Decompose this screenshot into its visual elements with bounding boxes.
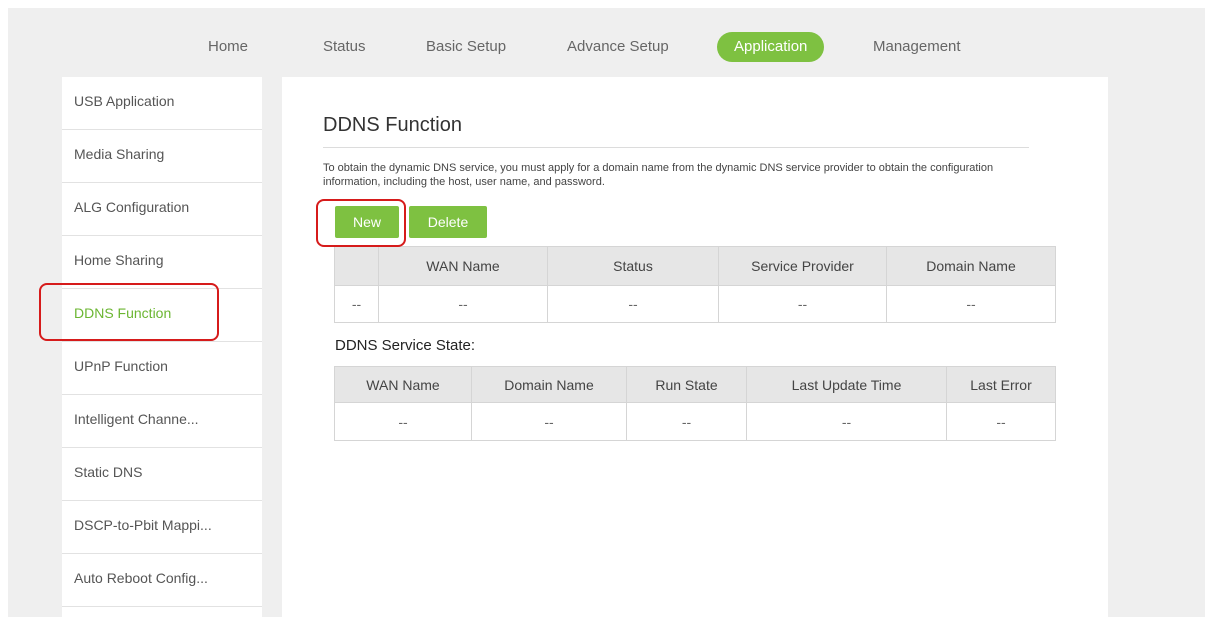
- table-cell: --: [718, 285, 887, 323]
- nav-application[interactable]: Application: [717, 32, 825, 62]
- sidebar-item-auto-reboot-config[interactable]: Auto Reboot Config...: [62, 554, 262, 607]
- ddns-state-table: WAN Name Domain Name Run State Last Upda…: [334, 366, 1056, 441]
- column-header: Run State: [626, 366, 747, 403]
- sidebar-item-static-dns[interactable]: Static DNS: [62, 448, 262, 501]
- table-cell: --: [746, 402, 947, 441]
- top-navigation: Home Status Basic Setup Advance Setup Ap…: [8, 8, 1205, 70]
- table-cell: --: [547, 285, 719, 323]
- table-header-row: WAN Name Status Service Provider Domain …: [334, 246, 1056, 286]
- table-row: -- -- -- -- --: [334, 402, 1056, 441]
- nav-basic-setup[interactable]: Basic Setup: [426, 38, 506, 56]
- page-title: DDNS Function: [323, 114, 462, 136]
- column-header: Status: [547, 246, 719, 286]
- sidebar-item-media-sharing[interactable]: Media Sharing: [62, 130, 262, 183]
- sidebar: USB Application Media Sharing ALG Config…: [62, 77, 262, 617]
- column-header: Last Update Time: [746, 366, 947, 403]
- sidebar-item-home-sharing[interactable]: Home Sharing: [62, 236, 262, 289]
- table-cell: --: [378, 285, 548, 323]
- ddns-table: WAN Name Status Service Provider Domain …: [334, 246, 1056, 323]
- delete-button[interactable]: Delete: [409, 206, 487, 238]
- new-button-highlight: [316, 199, 406, 247]
- ddns-service-state-label: DDNS Service State:: [335, 337, 476, 354]
- title-divider: [323, 147, 1029, 148]
- column-header: Last Error: [946, 366, 1056, 403]
- sidebar-item-dscp-to-pbit-mapping[interactable]: DSCP-to-Pbit Mappi...: [62, 501, 262, 554]
- nav-home[interactable]: Home: [208, 38, 248, 56]
- table-cell: --: [334, 402, 472, 441]
- nav-advance-setup[interactable]: Advance Setup: [567, 38, 669, 56]
- table-cell: --: [626, 402, 747, 441]
- sidebar-item-usb-application[interactable]: USB Application: [62, 77, 262, 130]
- table-cell: --: [471, 402, 627, 441]
- sidebar-item-alg-configuration[interactable]: ALG Configuration: [62, 183, 262, 236]
- column-header: Domain Name: [886, 246, 1056, 286]
- page-description: To obtain the dynamic DNS service, you m…: [323, 162, 994, 188]
- table-cell: --: [886, 285, 1056, 323]
- sidebar-item-intelligent-channel[interactable]: Intelligent Channe...: [62, 395, 262, 448]
- nav-management[interactable]: Management: [873, 38, 961, 56]
- sidebar-item-upnp-function[interactable]: UPnP Function: [62, 342, 262, 395]
- table-cell: --: [334, 285, 379, 323]
- column-header: WAN Name: [334, 366, 472, 403]
- ddns-function-highlight: [39, 283, 219, 341]
- column-header: Domain Name: [471, 366, 627, 403]
- select-column-header: [334, 246, 379, 286]
- main-panel: DDNS Function To obtain the dynamic DNS …: [282, 77, 1108, 617]
- table-header-row: WAN Name Domain Name Run State Last Upda…: [334, 366, 1056, 403]
- column-header: WAN Name: [378, 246, 548, 286]
- column-header: Service Provider: [718, 246, 887, 286]
- nav-status[interactable]: Status: [323, 38, 366, 56]
- table-row: -- -- -- -- --: [334, 285, 1056, 323]
- table-cell: --: [946, 402, 1056, 441]
